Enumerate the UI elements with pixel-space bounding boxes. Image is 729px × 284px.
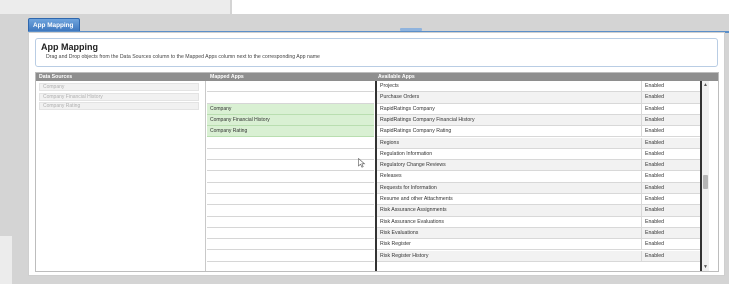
available-app-row[interactable]: Risk Assurance Assignments Enabled: [377, 205, 702, 217]
app-status: Enabled: [641, 148, 702, 160]
app-status: Enabled: [641, 239, 702, 250]
data-source-item[interactable]: Company Rating: [39, 102, 199, 110]
app-status: Enabled: [641, 194, 702, 205]
background-region: [0, 0, 230, 14]
mapped-app-slot[interactable]: [207, 194, 374, 206]
mapped-app-slot[interactable]: [207, 217, 374, 228]
app-name: RapidRatings Company: [380, 105, 435, 112]
mapped-app-slot[interactable]: [207, 262, 374, 271]
app-name: Risk Register: [380, 241, 411, 248]
available-app-row[interactable]: Regulation Information Enabled: [377, 148, 702, 161]
available-app-row[interactable]: Regulatory Change Reviews Enabled: [377, 160, 702, 172]
app-status: Enabled: [641, 103, 702, 114]
mapped-app-slot[interactable]: [207, 239, 374, 251]
app-status: Enabled: [641, 227, 702, 239]
app-status: Enabled: [641, 81, 702, 92]
app-status: Enabled: [641, 205, 702, 216]
scrollbar-thumb[interactable]: [703, 175, 708, 189]
app-status: Enabled: [641, 126, 702, 137]
data-sources-column: Company Company Financial History Company …: [36, 81, 206, 271]
data-source-item[interactable]: Company: [39, 83, 199, 91]
app-status: Enabled: [641, 250, 702, 261]
mapped-apps-column: Company Company Financial History Company …: [207, 81, 374, 271]
available-app-row[interactable]: Requests for Information Enabled: [377, 182, 702, 194]
app-name: Risk Assurance Assignments: [380, 207, 447, 214]
available-app-row[interactable]: Resume and other Attachments Enabled: [377, 194, 702, 206]
chevron-up-icon[interactable]: ▲: [702, 81, 709, 89]
instructions-text: Drag and Drop objects from the Data Sour…: [46, 54, 320, 60]
mapped-app-slot[interactable]: [207, 171, 374, 183]
app-status: Enabled: [641, 216, 702, 227]
app-name: Risk Evaluations: [380, 229, 419, 236]
mapped-app-slot[interactable]: [207, 183, 374, 194]
app-name: Projects: [380, 83, 399, 89]
app-mapping-panel: App Mapping Drag and Drop objects from t…: [28, 32, 725, 276]
app-name: Risk Assurance Evaluations: [380, 218, 445, 225]
background-region: [232, 0, 729, 14]
app-name: Releases: [380, 173, 402, 180]
mapping-grid: Data Sources Mapped Apps Available Apps …: [35, 72, 719, 272]
app-status: Enabled: [641, 114, 702, 126]
available-app-row[interactable]: Risk Register Enabled: [377, 239, 702, 251]
mapped-app-slot[interactable]: Company Rating: [207, 126, 374, 138]
available-app-row[interactable]: RapidRatings Company Financial History En…: [377, 114, 702, 127]
app-status: Enabled: [641, 92, 702, 103]
column-header-available-apps: Available Apps: [378, 74, 415, 80]
tab-app-mapping[interactable]: App Mapping: [28, 18, 80, 31]
available-app-row[interactable]: Purchase Orders Enabled: [377, 92, 702, 104]
mapped-app-slot[interactable]: [207, 81, 374, 93]
available-app-row[interactable]: Risk Evaluations Enabled: [377, 227, 702, 240]
background-region: [0, 236, 12, 284]
app-name: Regions: [380, 139, 400, 146]
available-apps-column: Projects Enabled Purchase Orders Enabled Rap…: [375, 81, 708, 271]
available-app-row[interactable]: RapidRatings Company Enabled: [377, 103, 702, 115]
mapped-app-slot[interactable]: [207, 149, 374, 161]
available-app-row[interactable]: Risk Register History Enabled: [377, 250, 702, 262]
mapped-app-slot[interactable]: [207, 138, 374, 149]
column-header-mapped-apps: Mapped Apps: [210, 74, 244, 80]
chevron-down-icon[interactable]: ▼: [702, 263, 709, 271]
available-app-row[interactable]: Regions Enabled: [377, 137, 702, 149]
tab-bar: App Mapping: [28, 18, 729, 33]
page-title: App Mapping: [41, 42, 98, 52]
app-name: Resume and other Attachments: [380, 196, 453, 202]
header-box: App Mapping Drag and Drop objects from t…: [35, 38, 718, 67]
app-name: Risk Register History: [380, 252, 429, 259]
mapped-app-slot[interactable]: Company: [207, 103, 374, 115]
mouse-pointer-icon: [358, 158, 366, 168]
grid-header: Data Sources Mapped Apps Available Apps: [36, 73, 718, 81]
available-app-row[interactable]: Releases Enabled: [377, 171, 702, 183]
mapped-app-slot[interactable]: Company Financial History: [207, 114, 374, 127]
app-status: Enabled: [641, 171, 702, 182]
app-name: Requests for Information: [380, 184, 437, 191]
data-source-item[interactable]: Company Financial History: [39, 92, 199, 101]
panel-resize-grip[interactable]: [400, 28, 422, 31]
app-status: Enabled: [641, 137, 702, 148]
available-app-row[interactable]: Projects Enabled: [377, 81, 702, 93]
mapped-app-slot[interactable]: [207, 205, 374, 217]
app-name: Regulation Information: [380, 150, 433, 157]
app-name: RapidRatings Company Rating: [380, 128, 452, 135]
available-app-row[interactable]: Risk Assurance Evaluations Enabled: [377, 216, 702, 228]
mapped-app-slot[interactable]: [207, 251, 374, 262]
mapped-app-slot[interactable]: [207, 160, 374, 172]
column-header-data-sources: Data Sources: [39, 74, 73, 80]
app-name: Purchase Orders: [380, 94, 420, 101]
app-status: Enabled: [641, 160, 702, 171]
vertical-scrollbar[interactable]: ▲ ▼: [700, 81, 709, 271]
app-status: Enabled: [641, 182, 702, 193]
mapped-app-slot[interactable]: [207, 228, 374, 240]
mapped-app-slot[interactable]: [207, 92, 374, 104]
app-name: RapidRatings Company Financial History: [380, 116, 475, 123]
app-name: Regulatory Change Reviews: [380, 162, 446, 169]
available-app-row[interactable]: RapidRatings Company Rating Enabled: [377, 126, 702, 138]
